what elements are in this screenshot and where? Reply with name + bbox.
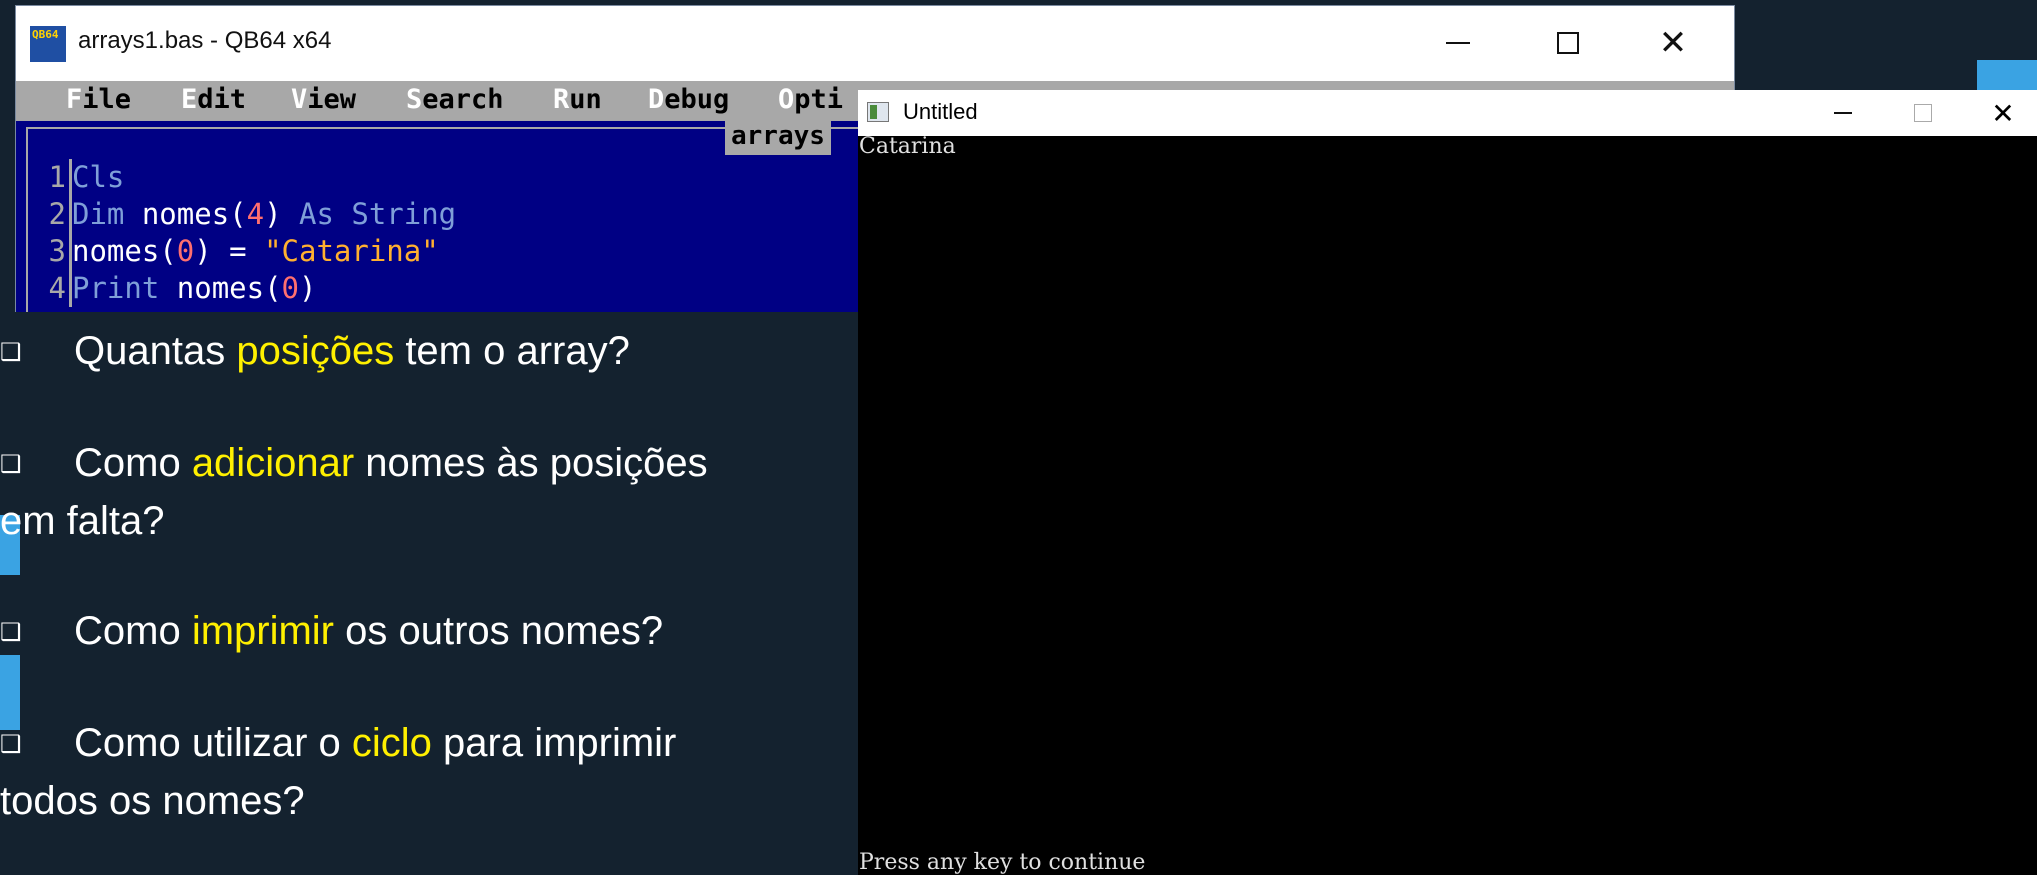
question-text: Quantas — [74, 329, 237, 373]
question-highlight: ciclo — [351, 721, 432, 765]
code-token: As String — [299, 197, 457, 231]
close-icon: ✕ — [1658, 23, 1688, 63]
question-text: tem o array? — [394, 329, 630, 373]
question-text: Como utilizar o — [74, 721, 352, 765]
console-window: Untitled ✕ Catarina Press any key to con… — [858, 90, 2037, 875]
code-line: 3 nomes(0) = "Catarina" — [46, 233, 439, 270]
close-button[interactable]: ✕ — [1641, 20, 1705, 66]
qb64-app-icon: QB64 — [30, 26, 66, 62]
question-item: ❑ Como utilizar o ciclo para imprimir tod… — [0, 715, 676, 829]
menu-label: pti — [794, 84, 844, 115]
maximize-icon — [1914, 104, 1932, 122]
menu-label: ile — [82, 84, 132, 115]
code-token: ) — [299, 271, 317, 305]
question-highlight: posições — [236, 329, 395, 373]
line-number: 4 — [46, 270, 72, 307]
window-title: arrays1.bas - QB64 x64 — [78, 27, 332, 54]
menu-label: iew — [307, 84, 357, 115]
menu-hotkey: D — [648, 84, 665, 115]
menu-options[interactable]: Opti — [778, 84, 843, 115]
minimize-button[interactable] — [1426, 20, 1490, 66]
question-text: Como — [74, 441, 192, 485]
maximize-button[interactable] — [1888, 90, 1958, 136]
menu-file[interactable]: File — [66, 84, 131, 115]
question-item: ❑ Como adicionar nomes às posições em fal… — [0, 435, 708, 549]
menu-label: ebug — [664, 84, 730, 115]
close-icon: ✕ — [1991, 96, 2015, 130]
menu-hotkey: F — [66, 84, 83, 115]
bullet-icon: ❑ — [0, 619, 22, 647]
code-line: 2 Dim nomes(4) As String — [46, 196, 457, 233]
code-token: ) = — [194, 234, 265, 268]
question-item: ❑ Quantas posições tem o array? — [0, 323, 630, 381]
minimize-button[interactable] — [1808, 90, 1878, 136]
question-text-continued: em falta? — [0, 499, 165, 544]
code-token: "Catarina" — [264, 234, 439, 268]
maximize-icon — [1557, 32, 1579, 54]
code-token: Print — [72, 271, 160, 305]
code-line: 4 Print nomes(0) — [46, 270, 317, 307]
code-token: Dim — [72, 197, 125, 231]
code-area[interactable]: 1 Cls 2 Dim nomes(4) As String 3 nomes(0) =… — [46, 159, 456, 307]
code-token: 4 — [246, 197, 265, 231]
menu-search[interactable]: Search — [406, 84, 504, 115]
console-app-icon — [867, 102, 889, 122]
menu-label: earch — [422, 84, 504, 115]
bullet-icon: ❑ — [0, 451, 22, 479]
menu-hotkey: S — [406, 84, 423, 115]
line-number: 3 — [46, 233, 72, 270]
console-title: Untitled — [903, 99, 978, 124]
menu-hotkey: O — [778, 84, 795, 115]
file-tab[interactable]: arrays — [725, 121, 831, 155]
menu-edit[interactable]: Edit — [181, 84, 246, 115]
menu-debug[interactable]: Debug — [648, 84, 729, 115]
question-text: para imprimir — [431, 721, 677, 765]
menu-label: un — [569, 84, 602, 115]
bullet-icon: ❑ — [0, 731, 22, 759]
menu-hotkey: V — [291, 84, 308, 115]
question-text: nomes às posições — [354, 441, 708, 485]
code-token: Cls — [72, 160, 125, 194]
menu-hotkey: E — [181, 84, 198, 115]
minimize-icon — [1834, 112, 1852, 114]
menu-label: dit — [197, 84, 247, 115]
console-prompt: Press any key to continue — [859, 850, 1146, 875]
menu-run[interactable]: Run — [553, 84, 602, 115]
close-button[interactable]: ✕ — [1968, 90, 2037, 136]
code-token: nomes( — [124, 197, 247, 231]
qb64-title-bar[interactable]: QB64 arrays1.bas - QB64 x64 ✕ — [16, 6, 1734, 81]
menu-hotkey: R — [553, 84, 570, 115]
qb64-logo-text: QB64 — [32, 28, 59, 41]
question-text-continued: todos os nomes? — [0, 779, 305, 824]
code-token: ) — [264, 197, 299, 231]
question-highlight: adicionar — [191, 441, 355, 485]
bullet-icon: ❑ — [0, 339, 22, 367]
console-output: Catarina — [859, 134, 956, 159]
line-number: 1 — [46, 159, 72, 196]
line-number: 2 — [46, 196, 72, 233]
code-token: 0 — [281, 271, 299, 305]
code-token: 0 — [176, 234, 195, 268]
question-highlight: imprimir — [191, 609, 334, 653]
question-item: ❑ Como imprimir os outros nomes? — [0, 603, 663, 661]
minimize-icon — [1446, 42, 1470, 44]
code-line: 1 Cls — [46, 159, 125, 196]
question-text: Como — [74, 609, 192, 653]
maximize-button[interactable] — [1536, 20, 1600, 66]
console-title-bar[interactable]: Untitled ✕ — [858, 90, 2037, 136]
question-text: os outros nomes? — [334, 609, 664, 653]
code-token: nomes( — [72, 234, 177, 268]
menu-view[interactable]: View — [291, 84, 356, 115]
code-token: nomes( — [159, 271, 282, 305]
